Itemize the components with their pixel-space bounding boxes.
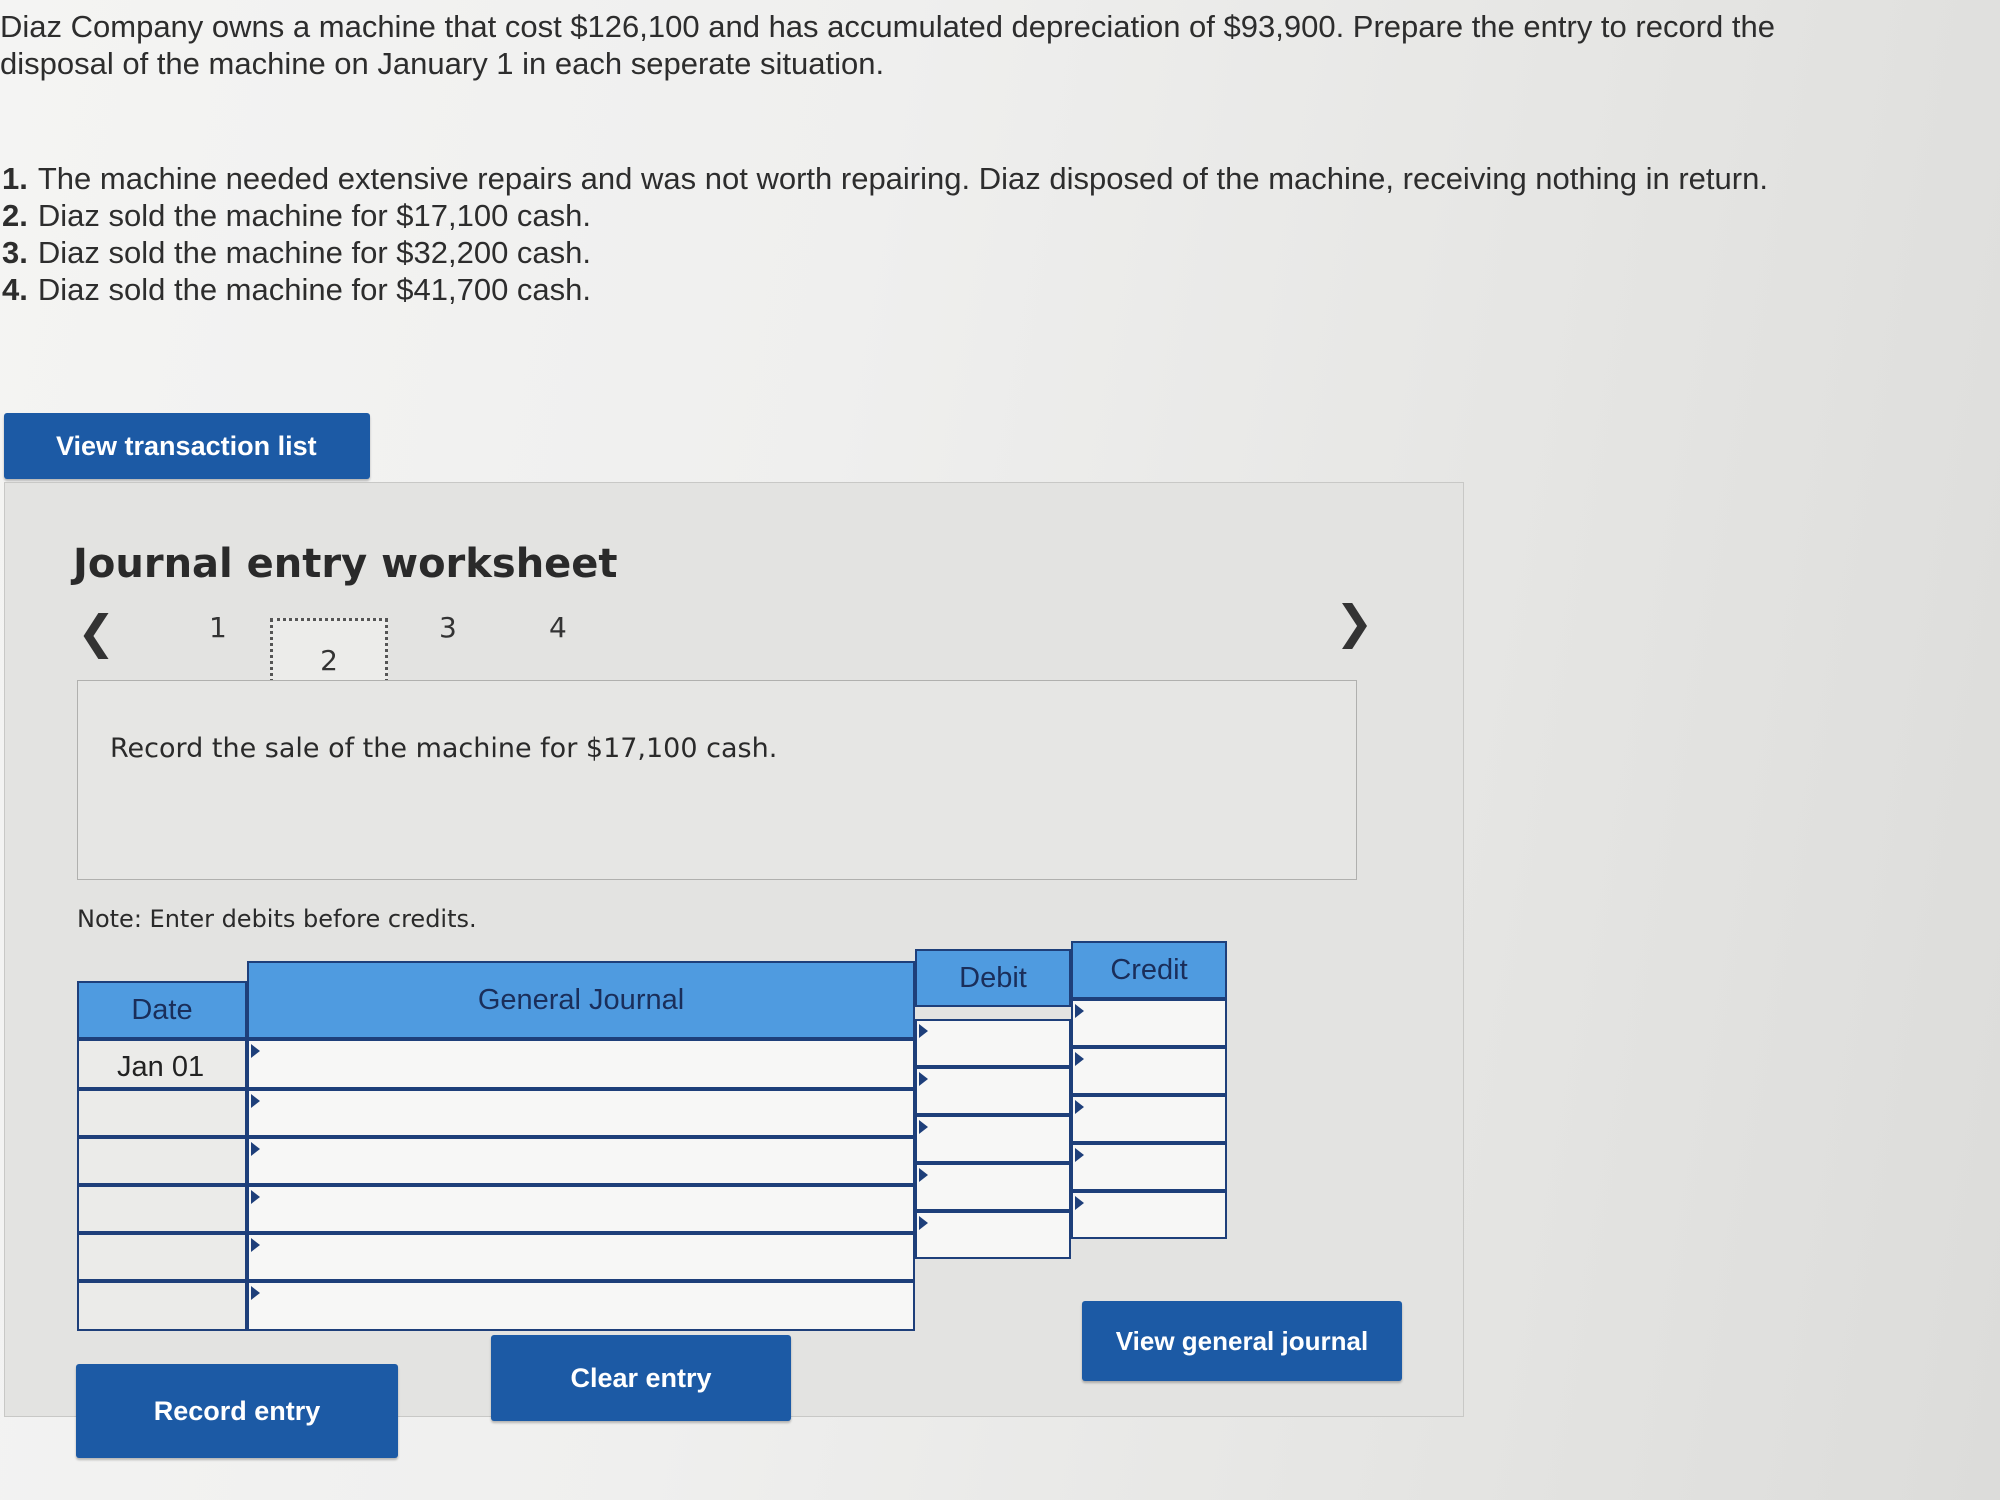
prompt-box: Record the sale of the machine for $17,1… [77,680,1357,880]
dropdown-caret-icon [1075,1100,1084,1114]
tab-4[interactable]: 4 [549,611,567,644]
problem-statement: Diaz Company owns a machine that cost $1… [0,8,1900,82]
dropdown-caret-icon [919,1216,928,1230]
journal-entry-worksheet: Journal entry worksheet ❮ 1 2 3 4 ❯ Reco… [4,482,1464,1417]
account-input[interactable] [247,1039,915,1089]
problem-line-2: disposal of the machine on January 1 in … [0,46,885,81]
date-cell [77,1281,247,1331]
credit-input[interactable] [1071,1143,1227,1191]
credit-input[interactable] [1071,1047,1227,1095]
list-item: 3. Diaz sold the machine for $32,200 cash… [2,235,592,270]
column-header-general-journal: General Journal [247,961,915,1039]
dropdown-caret-icon [919,1024,928,1038]
credit-input[interactable] [1071,1095,1227,1143]
journal-grid: Jan 01 [77,999,1237,1331]
general-journal-table: Date General Journal Debit Credit Jan 01 [77,941,1237,1331]
date-cell: Jan 01 [77,1039,247,1089]
dropdown-caret-icon [919,1072,928,1086]
debit-input[interactable] [915,1211,1071,1259]
list-item: 2. Diaz sold the machine for $17,100 cash… [2,198,592,233]
credit-input[interactable] [1071,999,1227,1047]
date-cell [77,1089,247,1137]
situations-list: 1. The machine needed extensive repairs a… [2,160,1768,308]
account-input[interactable] [247,1137,915,1185]
column-header-date: Date [77,981,247,1039]
date-cell [77,1137,247,1185]
record-entry-button[interactable]: Record entry [76,1364,398,1458]
credit-input[interactable] [1071,1191,1227,1239]
problem-line-1: Diaz Company owns a machine that cost $1… [0,9,1775,44]
prompt-text: Record the sale of the machine for $17,1… [110,733,778,764]
dropdown-caret-icon [1075,1196,1084,1210]
tab-3[interactable]: 3 [439,611,457,644]
debit-input[interactable] [915,1067,1071,1115]
date-cell [77,1185,247,1233]
view-transaction-list-button[interactable]: View transaction list [4,413,370,479]
dropdown-caret-icon [1075,1052,1084,1066]
dropdown-caret-icon [1075,1148,1084,1162]
list-item: 1. The machine needed extensive repairs a… [2,161,1768,196]
dropdown-caret-icon [251,1142,260,1156]
dropdown-caret-icon [1075,1004,1084,1018]
tab-1[interactable]: 1 [209,611,227,644]
account-input[interactable] [247,1281,915,1331]
dropdown-caret-icon [251,1094,260,1108]
list-item: 4. Diaz sold the machine for $41,700 cash… [2,272,592,307]
column-header-debit: Debit [915,949,1071,1007]
dropdown-caret-icon [251,1286,260,1300]
dropdown-caret-icon [919,1120,928,1134]
debit-input[interactable] [915,1115,1071,1163]
chevron-right-icon[interactable]: ❯ [1335,595,1374,649]
debit-input[interactable] [915,1019,1071,1067]
clear-entry-button[interactable]: Clear entry [491,1335,791,1421]
view-general-journal-button[interactable]: View general journal [1082,1301,1402,1381]
account-input[interactable] [247,1185,915,1233]
note-text: Note: Enter debits before credits. [77,905,477,933]
dropdown-caret-icon [251,1044,260,1058]
dropdown-caret-icon [251,1190,260,1204]
dropdown-caret-icon [251,1238,260,1252]
chevron-left-icon[interactable]: ❮ [77,605,116,659]
debit-input[interactable] [915,1163,1071,1211]
account-input[interactable] [247,1089,915,1137]
column-header-credit: Credit [1071,941,1227,999]
account-input[interactable] [247,1233,915,1281]
dropdown-caret-icon [919,1168,928,1182]
worksheet-title: Journal entry worksheet [73,541,618,587]
date-cell [77,1233,247,1281]
